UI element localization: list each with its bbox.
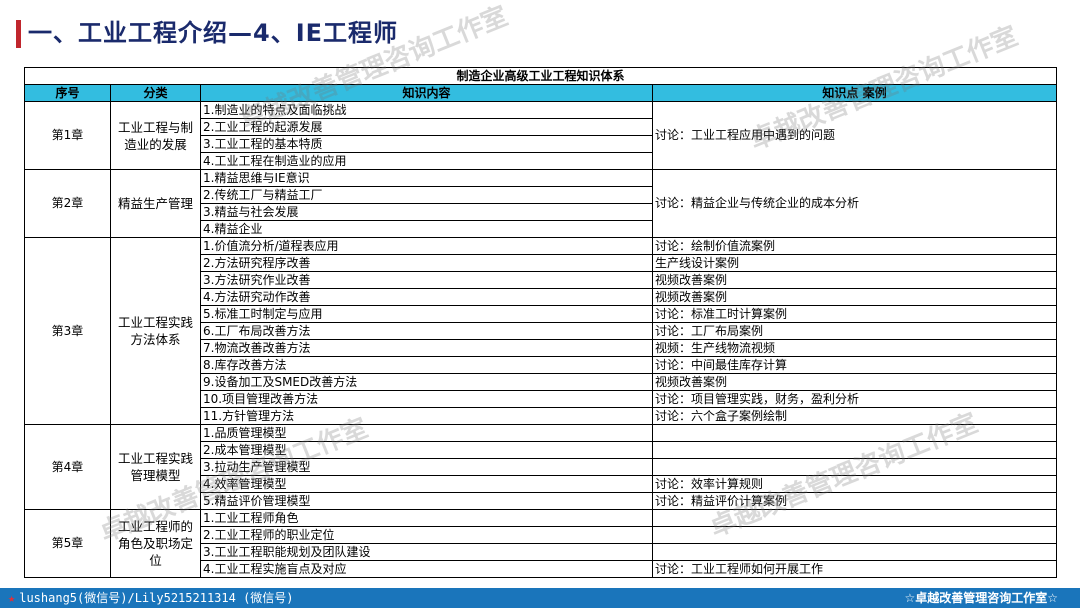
content-cell: 1.品质管理模型	[200, 424, 653, 442]
case-cell	[651, 458, 1058, 476]
case-cell: 讨论：绘制价值流案例	[651, 237, 1058, 255]
category-cell: 工业工程与制造业的发展	[110, 101, 201, 170]
category-cell: 工业工程师的角色及职场定位	[110, 509, 201, 578]
case-cell: 讨论：工业工程应用中遇到的问题	[651, 101, 1058, 170]
content-cell: 4.精益企业	[200, 220, 653, 238]
table-caption: 制造企业高级工业工程知识体系	[23, 67, 1058, 85]
case-cell	[651, 526, 1058, 544]
page-title: 一、工业工程介绍—4、IE工程师	[28, 19, 399, 47]
content-cell: 7.物流改善改善方法	[200, 339, 653, 357]
case-cell: 视频：生产线物流视频	[651, 339, 1058, 357]
star-icon: ★	[8, 591, 16, 605]
content-cell: 5.精益评价管理模型	[200, 492, 653, 510]
footer-studio-name: ☆卓越改善管理咨询工作室☆	[904, 591, 1058, 605]
content-cell: 1.工业工程师角色	[200, 509, 653, 527]
content-cell: 4.方法研究动作改善	[200, 288, 653, 306]
content-cell: 4.工业工程实施盲点及对应	[200, 560, 653, 578]
content-cell: 2.传统工厂与精益工厂	[200, 186, 653, 204]
case-cell: 生产线设计案例	[651, 254, 1058, 272]
content-cell: 2.工业工程的起源发展	[200, 118, 653, 136]
case-cell: 讨论：标准工时计算案例	[651, 305, 1058, 323]
content-cell: 1.精益思维与IE意识	[200, 169, 653, 187]
footer-contact-text: lushang5(微信号)/Lily5215211314 (微信号)	[19, 591, 294, 605]
case-cell: 讨论：中间最佳库存计算	[651, 356, 1058, 374]
column-header-cases: 知识点 案例	[651, 84, 1058, 102]
case-cell: 视频改善案例	[651, 373, 1058, 391]
case-cell: 讨论：精益评价计算案例	[651, 492, 1058, 510]
column-header-number: 序号	[24, 84, 111, 102]
content-cell: 6.工厂布局改善方法	[200, 322, 653, 340]
content-cell: 4.工业工程在制造业的应用	[200, 152, 653, 170]
content-cell: 11.方针管理方法	[200, 407, 653, 425]
case-cell: 讨论：工厂布局案例	[651, 322, 1058, 340]
table-row: 第2章 精益生产管理 1.精益思维与IE意识 讨论：精益企业与传统企业的成本分析	[24, 169, 1058, 238]
table-row: 第4章 工业工程实践管理模型 1.品质管理模型	[24, 424, 1058, 510]
content-cell: 1.价值流分析/道程表应用	[200, 237, 653, 255]
column-header-category: 分类	[110, 84, 201, 102]
content-cell: 3.精益与社会发展	[200, 203, 653, 221]
table-row: 第1章 工业工程与制造业的发展 1.制造业的特点及面临挑战 讨论：工业工程应用中遇到的…	[24, 101, 1058, 170]
table-row: 第5章 工业工程师的角色及职场定位 1.工业工程师角色	[24, 509, 1058, 578]
chapter-cell: 第2章	[24, 169, 111, 238]
chapter-cell: 第1章	[24, 101, 111, 170]
column-header-content: 知识内容	[200, 84, 653, 102]
category-cell: 精益生产管理	[110, 169, 201, 238]
case-cell	[651, 441, 1058, 459]
case-cell: 讨论：六个盒子案例绘制	[651, 407, 1058, 425]
knowledge-table: 制造企业高级工业工程知识体系 序号 分类 知识内容 知识点 案例 第1章 工业工程…	[23, 67, 1058, 578]
content-cell: 2.工业工程师的职业定位	[200, 526, 653, 544]
table-row: 第3章 工业工程实践方法体系 1.价值流分析/道程表应用 讨论：绘制价值流案例	[24, 237, 1058, 425]
case-cell	[651, 424, 1058, 442]
content-cell: 1.制造业的特点及面临挑战	[200, 101, 653, 119]
chapter-cell: 第3章	[24, 237, 111, 425]
chapter-cell: 第4章	[24, 424, 111, 510]
content-cell: 2.成本管理模型	[200, 441, 653, 459]
case-cell: 讨论：效率计算规则	[651, 475, 1058, 493]
case-cell: 视频改善案例	[651, 288, 1058, 306]
content-cell: 8.库存改善方法	[200, 356, 653, 374]
case-cell	[651, 509, 1058, 527]
case-cell: 讨论：工业工程师如何开展工作	[651, 560, 1058, 578]
content-cell: 4.效率管理模型	[200, 475, 653, 493]
content-cell: 5.标准工时制定与应用	[200, 305, 653, 323]
footer-bar: ★ lushang5(微信号)/Lily5215211314 (微信号) ☆卓越改…	[0, 588, 1080, 608]
category-cell: 工业工程实践方法体系	[110, 237, 201, 425]
case-cell: 视频改善案例	[651, 271, 1058, 289]
content-cell: 3.工业工程的基本特质	[200, 135, 653, 153]
footer-contact: ★ lushang5(微信号)/Lily5215211314 (微信号)	[8, 588, 294, 608]
category-cell: 工业工程实践管理模型	[110, 424, 201, 510]
content-cell: 3.方法研究作业改善	[200, 271, 653, 289]
content-cell: 3.拉动生产管理模型	[200, 458, 653, 476]
title-accent-bar	[16, 20, 21, 48]
case-cell: 讨论：精益企业与传统企业的成本分析	[651, 169, 1058, 238]
content-cell: 2.方法研究程序改善	[200, 254, 653, 272]
content-cell: 3.工业工程职能规划及团队建设	[200, 543, 653, 561]
content-cell: 10.项目管理改善方法	[200, 390, 653, 408]
content-cell: 9.设备加工及SMED改善方法	[200, 373, 653, 391]
case-cell	[651, 543, 1058, 561]
case-cell: 讨论：项目管理实践，财务，盈利分析	[651, 390, 1058, 408]
chapter-cell: 第5章	[24, 509, 111, 578]
